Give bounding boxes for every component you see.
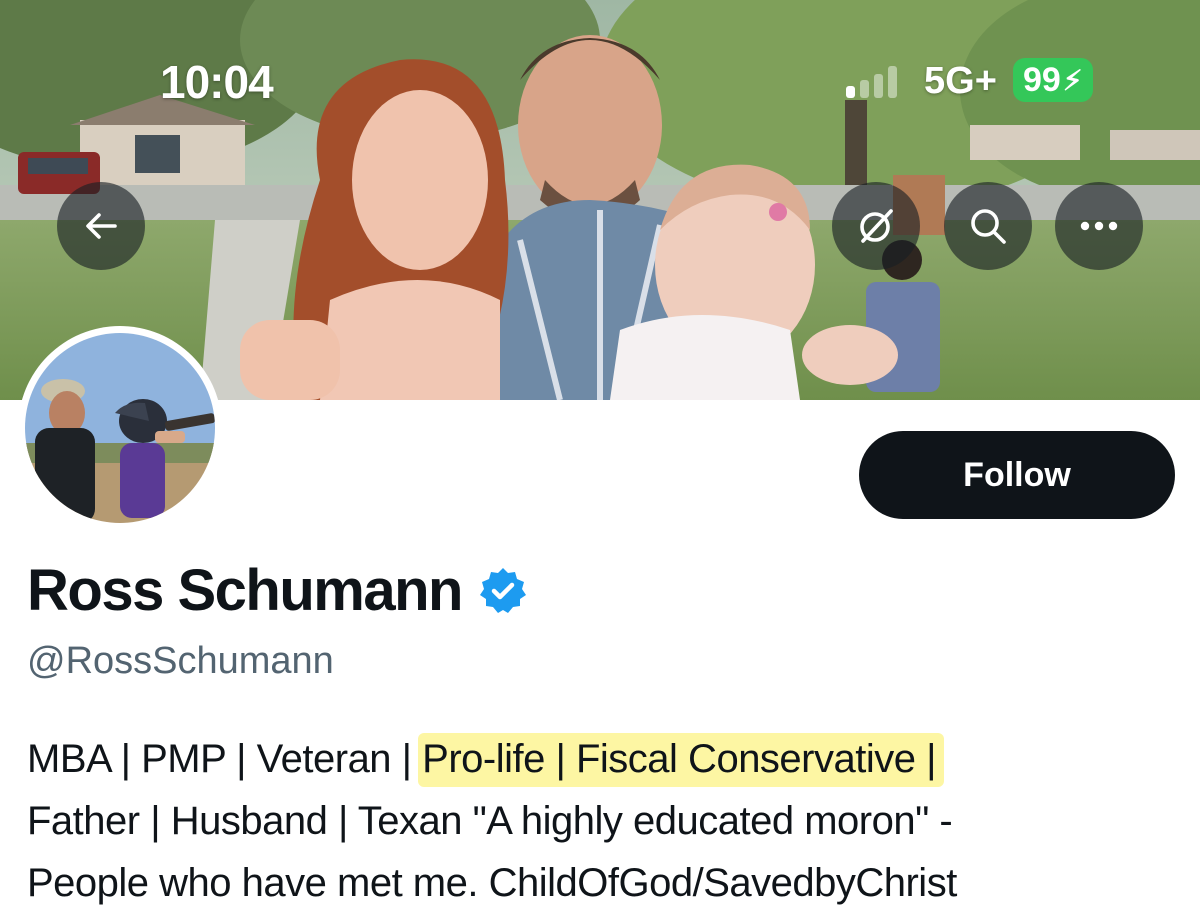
arrow-left-icon (86, 213, 117, 239)
bio-line-2: Father | Husband | Texan "A highly educa… (27, 799, 953, 843)
search-icon (971, 209, 1006, 244)
grok-icon (860, 209, 893, 243)
battery-level: 99 (1023, 60, 1061, 99)
verified-badge-icon (479, 567, 526, 613)
charging-bolt-icon: ⚡︎ (1062, 64, 1083, 96)
signal-strength-icon (846, 66, 897, 98)
grok-button[interactable] (832, 182, 920, 270)
profile-bio: MBA | PMP | Veteran | Pro-life | Fiscal … (27, 728, 1187, 914)
search-button[interactable] (944, 182, 1032, 270)
battery-indicator: 99 ⚡︎ (1013, 58, 1093, 102)
more-button[interactable] (1055, 182, 1143, 270)
profile-handle: @RossSchumann (27, 640, 334, 682)
back-button[interactable] (57, 182, 145, 270)
bio-highlighted-text: Pro-life | Fiscal Conservative | (418, 733, 944, 787)
avatar[interactable] (18, 326, 222, 530)
network-type: 5G+ (924, 60, 997, 102)
bio-line-1: MBA | PMP | Veteran | Pro-life | Fiscal … (27, 728, 1187, 790)
profile-name-row: Ross Schumann (27, 557, 528, 624)
more-horizontal-icon (1080, 221, 1118, 231)
bio-text: MBA | PMP | Veteran | (27, 737, 423, 781)
status-time: 10:04 (160, 56, 274, 108)
follow-button[interactable]: Follow (859, 431, 1175, 519)
bio-line-3: People who have met me. ChildOfGod/Saved… (27, 861, 957, 905)
avatar-photo (25, 333, 215, 523)
display-name: Ross Schumann (27, 558, 463, 623)
